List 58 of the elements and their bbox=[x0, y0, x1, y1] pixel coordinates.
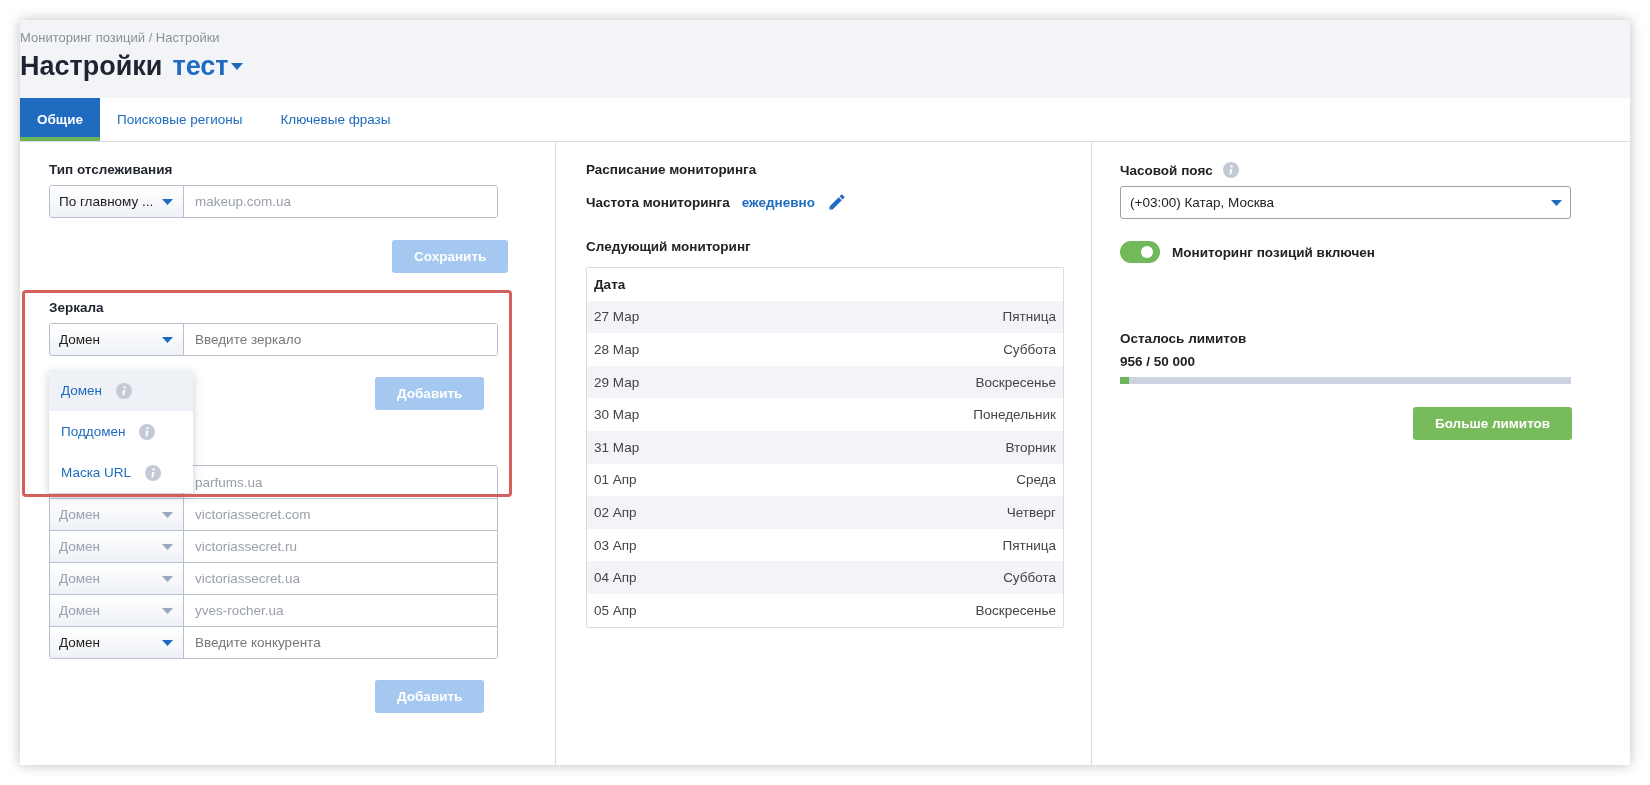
caret-icon bbox=[162, 511, 173, 518]
field-label: Тип отслеживания bbox=[49, 162, 174, 177]
toggle-switch[interactable] bbox=[1120, 241, 1160, 263]
caret-icon bbox=[162, 575, 173, 582]
timezone-select[interactable]: (+03:00) Катар, Москва bbox=[1120, 186, 1571, 219]
caret-icon bbox=[230, 63, 243, 70]
mirror-field[interactable]: Домен Введите зеркало bbox=[49, 323, 498, 356]
caret-icon bbox=[162, 639, 173, 646]
table-cell: 27 Мар bbox=[594, 309, 640, 325]
caret-icon bbox=[162, 336, 173, 343]
caret-icon bbox=[162, 543, 173, 550]
caret-icon bbox=[1551, 199, 1562, 206]
table-cell: 04 Апр bbox=[594, 570, 637, 586]
table-cell: 30 Мар bbox=[594, 407, 640, 423]
section-title: Расписание мониторинга bbox=[586, 162, 758, 177]
tab[interactable]: Ключевые фразы bbox=[263, 98, 408, 141]
table-cell: Пятница bbox=[1002, 537, 1056, 553]
section-title: Следующий мониторинг bbox=[586, 239, 752, 254]
toggle-label: Мониторинг позиций включен bbox=[1172, 244, 1375, 260]
info-icon bbox=[1222, 162, 1239, 178]
table-cell: 02 Апр bbox=[594, 504, 637, 520]
menu-item[interactable]: Маска URL bbox=[49, 452, 193, 493]
type-select[interactable]: Домен bbox=[50, 627, 184, 658]
info-icon bbox=[145, 464, 162, 481]
tab[interactable]: Поисковые регионы bbox=[100, 98, 260, 141]
limits-reading: 956 / 50 000 bbox=[1120, 354, 1197, 369]
table-cell: Среда bbox=[1016, 472, 1056, 488]
page-title: Настройки bbox=[20, 51, 163, 82]
breadcrumb: Мониторинг позиций / Настройки bbox=[20, 30, 221, 45]
field-label: Часовой пояс bbox=[1120, 162, 1213, 178]
table-cell: Воскресенье bbox=[975, 602, 1056, 618]
project-dropdown[interactable]: тест bbox=[172, 51, 243, 82]
table-cell: Понедельник bbox=[973, 407, 1056, 423]
menu-item[interactable]: Поддомен bbox=[49, 411, 193, 452]
frequency-label: Частота мониторинга bbox=[586, 194, 730, 210]
menu-item[interactable]: Домен bbox=[49, 370, 193, 411]
table-cell: Суббота bbox=[1003, 342, 1056, 357]
info-icon bbox=[116, 382, 133, 399]
table-cell: Вторник bbox=[1005, 439, 1056, 455]
table-cell: 28 Мар bbox=[594, 342, 640, 357]
frequency-link[interactable]: ежедневно bbox=[741, 194, 815, 210]
table-cell: 31 Мар bbox=[594, 439, 640, 455]
table-cell: 05 Апр bbox=[594, 602, 637, 618]
tab[interactable]: Общие bbox=[20, 98, 101, 141]
info-icon bbox=[139, 423, 156, 440]
table-cell: 03 Апр bbox=[594, 537, 637, 553]
table-cell: 01 Апр bbox=[594, 472, 637, 488]
caret-icon bbox=[162, 198, 173, 205]
limits-label: Осталось лимитов bbox=[1120, 331, 1248, 346]
table-cell: Суббота bbox=[1003, 570, 1056, 586]
table-cell: 29 Мар bbox=[594, 374, 640, 390]
field-label: Зеркала bbox=[49, 300, 105, 315]
table-cell: Четверг bbox=[1006, 504, 1056, 520]
caret-icon bbox=[162, 607, 173, 614]
column-header: Дата bbox=[594, 276, 626, 292]
table-cell: Воскресенье bbox=[975, 374, 1056, 390]
type-select[interactable]: Домен bbox=[50, 324, 184, 355]
table-cell: Пятница bbox=[1002, 309, 1056, 325]
